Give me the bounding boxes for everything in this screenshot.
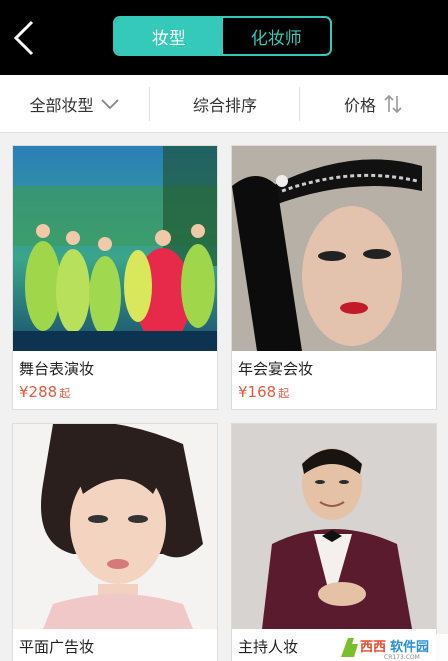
makeup-name: 舞台表演妆 <box>19 360 95 378</box>
makeup-name: 主持人妆 <box>238 638 299 656</box>
makeup-card[interactable]: 舞台表演妆 ¥288 起 <box>12 145 218 410</box>
price-value: ¥168 <box>238 383 277 401</box>
tab-makeup-artist[interactable]: 化妆师 <box>223 18 331 54</box>
gala-banquet-photo <box>232 146 436 351</box>
makeup-name: 年会宴会妆 <box>238 360 314 378</box>
host-photo <box>232 424 436 629</box>
top-bar: 妆型 化妆师 <box>0 0 448 75</box>
filter-bar: 全部妆型 综合排序 价格 <box>0 75 448 133</box>
price-unit: 起 <box>278 387 290 400</box>
chevron-left-icon <box>13 20 34 56</box>
makeup-price: ¥168 起 <box>238 383 289 401</box>
price-filter[interactable]: 价格 <box>300 75 448 133</box>
price-value: ¥288 <box>19 383 58 401</box>
stage-performance-photo <box>13 146 217 351</box>
sort-arrows-icon <box>384 94 402 114</box>
makeup-card[interactable]: 主持人妆 <box>231 423 437 661</box>
makeup-name: 平面广告妆 <box>19 638 95 656</box>
back-button[interactable] <box>10 18 40 58</box>
svg-text:西西: 西西 <box>360 640 386 655</box>
price-filter-label: 价格 <box>343 96 376 115</box>
makeup-price: ¥288 起 <box>19 383 70 401</box>
category-filter-label: 全部妆型 <box>29 96 94 115</box>
sort-filter[interactable]: 综合排序 <box>150 75 300 133</box>
makeup-card[interactable]: 年会宴会妆 ¥168 起 <box>231 145 437 410</box>
watermark-logo: 西西 软件园 CR173.COM <box>338 634 448 661</box>
svg-text:CR173.COM: CR173.COM <box>384 654 420 661</box>
category-filter[interactable]: 全部妆型 <box>0 75 149 133</box>
price-unit: 起 <box>59 387 71 400</box>
svg-text:软件园: 软件园 <box>390 639 429 655</box>
segment-control: 妆型 化妆师 <box>113 16 332 56</box>
tab-makeup-style[interactable]: 妆型 <box>115 18 223 54</box>
watermark: 西西 软件园 CR173.COM <box>338 634 448 661</box>
sort-filter-label: 综合排序 <box>192 96 257 115</box>
print-ad-photo <box>13 424 217 629</box>
chevron-down-icon <box>100 99 119 110</box>
makeup-card[interactable]: 平面广告妆 <box>12 423 218 661</box>
